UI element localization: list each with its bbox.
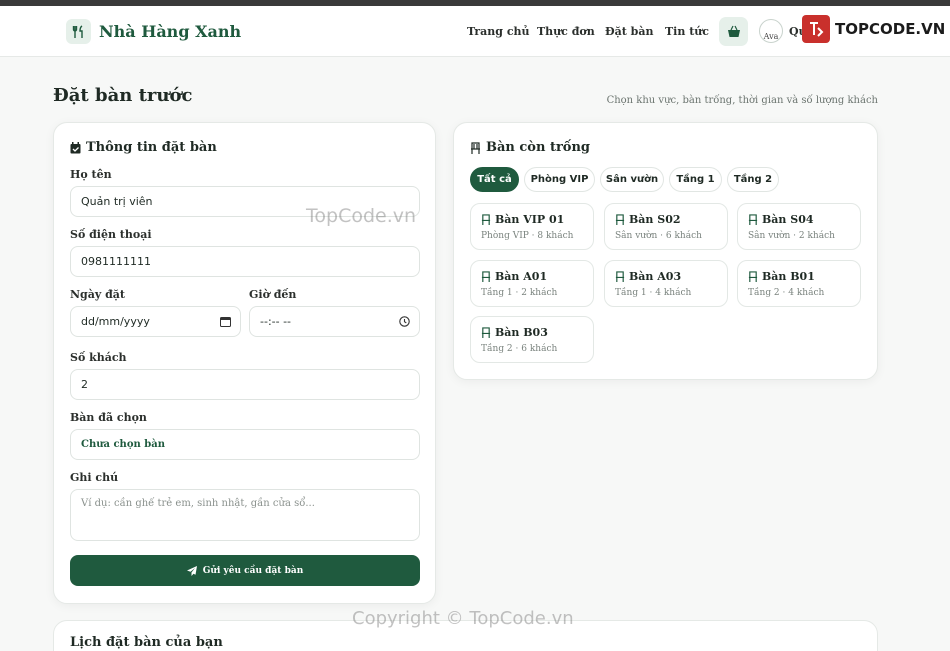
submit-booking-label: Gửi yêu cầu đặt bàn [202,565,304,576]
table-card-b01[interactable]: Bàn B01 Tầng 2 · 4 khách [737,260,861,307]
utensils-icon [66,19,91,44]
table-card-a01[interactable]: Bàn A01 Tầng 1 · 2 khách [470,260,594,307]
nav-news[interactable]: Tin tức [665,25,709,38]
table-name-text: Bàn VIP 01 [495,213,565,226]
time-label: Giờ đến [249,288,297,301]
available-tables-title-text: Bàn còn trống [486,140,591,155]
guests-field[interactable]: 2 [70,369,420,400]
table-card-s02[interactable]: Bàn S02 Sân vườn · 6 khách [604,203,728,250]
table-meta: Tầng 2 · 6 khách [481,344,558,354]
filter-floor-1-label: Tầng 1 [676,174,715,185]
table-meta: Sân vườn · 2 khách [748,231,835,241]
table-name-text: Bàn A03 [629,270,682,283]
phone-label: Số điện thoại [70,228,152,241]
table-meta: Phòng VIP · 8 khách [481,231,574,241]
filter-all[interactable]: Tất cả [470,167,519,192]
available-tables-card: Bàn còn trống Tất cả Phòng VIP Sân vườn … [453,122,878,380]
page-title: Đặt bàn trước [53,85,193,106]
submit-booking-button[interactable]: Gửi yêu cầu đặt bàn [70,555,420,586]
table-name: Bàn A03 [615,270,681,283]
booking-form-title: Thông tin đặt bàn [70,140,217,155]
note-label: Ghi chú [70,471,119,484]
guests-value: 2 [81,378,88,391]
table-card-s04[interactable]: Bàn S04 Sân vườn · 2 khách [737,203,861,250]
table-meta: Tầng 1 · 2 khách [481,288,558,298]
table-name: Bàn B03 [481,326,548,339]
calendar-check-icon [70,141,81,154]
chair-icon [481,214,491,225]
selected-table-value: Chưa chọn bàn [81,439,165,450]
guests-label: Số khách [70,351,127,364]
table-card-b03[interactable]: Bàn B03 Tầng 2 · 6 khách [470,316,594,363]
table-meta: Tầng 2 · 4 khách [748,288,825,298]
nav-menu[interactable]: Thực đơn [537,25,595,38]
cart-button[interactable] [719,17,748,46]
phone-field[interactable]: 0981111111 [70,246,420,277]
name-value: Quản trị viên [81,195,153,208]
phone-value: 0981111111 [81,255,151,268]
filter-floor-1[interactable]: Tầng 1 [669,167,722,192]
avatar-alt-text: Ava [763,32,779,41]
table-name-text: Bàn B03 [495,326,548,339]
name-label: Họ tên [70,168,112,181]
table-name: Bàn VIP 01 [481,213,564,226]
table-name-text: Bàn A01 [495,270,548,283]
clock-icon[interactable] [399,316,410,327]
date-placeholder: dd/mm/yyyy [81,315,150,328]
table-name: Bàn A01 [481,270,547,283]
calendar-icon[interactable] [220,316,231,327]
filter-floor-2-label: Tầng 2 [733,174,773,185]
topcode-logo-text: TOPCODE.VN [833,20,948,38]
booking-form-card: Thông tin đặt bàn Họ tên Quản trị viên S… [53,122,436,604]
table-name: Bàn S04 [748,213,814,226]
paper-plane-icon [186,565,197,576]
chair-icon [470,141,481,154]
site-header: Nhà Hàng Xanh Trang chủ Thực đơn Đặt bàn… [0,6,950,57]
topcode-logo: TOPCODE.VN [802,15,948,43]
topcode-logo-mark-icon [802,15,830,43]
table-card-vip01[interactable]: Bàn VIP 01 Phòng VIP · 8 khách [470,203,594,250]
note-placeholder: Ví dụ: cần ghế trẻ em, sinh nhật, gần cử… [81,498,315,509]
table-name-text: Bàn S04 [762,213,814,226]
avatar[interactable]: Ava [759,19,783,43]
chair-icon [748,214,758,225]
filter-vip[interactable]: Phòng VIP [524,167,595,192]
nav-booking[interactable]: Đặt bàn [605,25,653,38]
chair-icon [615,271,625,282]
filter-vip-label: Phòng VIP [530,174,589,185]
table-name-text: Bàn B01 [762,270,815,283]
date-field[interactable]: dd/mm/yyyy [70,306,241,337]
date-label: Ngày đặt [70,288,125,301]
brand-name: Nhà Hàng Xanh [99,22,242,41]
chair-icon [748,271,758,282]
selected-table-label: Bàn đã chọn [70,411,147,424]
nav-home[interactable]: Trang chủ [467,25,530,38]
filter-garden-label: Sân vườn [605,174,659,185]
basket-icon [727,25,741,38]
time-placeholder: --:-- -- [260,315,292,328]
chair-icon [481,327,491,338]
filter-garden[interactable]: Sân vườn [600,167,664,192]
filter-all-label: Tất cả [477,174,512,185]
booking-history-title: Lịch đặt bàn của bạn [70,635,223,650]
table-name-text: Bàn S02 [629,213,681,226]
table-name: Bàn S02 [615,213,681,226]
chair-icon [615,214,625,225]
chair-icon [481,271,491,282]
booking-history-card: Lịch đặt bàn của bạn [53,620,878,651]
brand[interactable]: Nhà Hàng Xanh [66,19,241,44]
available-tables-title: Bàn còn trống [470,140,590,155]
note-textarea[interactable]: Ví dụ: cần ghế trẻ em, sinh nhật, gần cử… [70,489,420,541]
table-meta: Sân vườn · 6 khách [615,231,702,241]
name-field[interactable]: Quản trị viên [70,186,420,217]
booking-form-title-text: Thông tin đặt bàn [86,140,217,155]
selected-table-field: Chưa chọn bàn [70,429,420,460]
filter-floor-2[interactable]: Tầng 2 [727,167,779,192]
page-subtitle: Chọn khu vực, bàn trống, thời gian và số… [606,95,878,106]
table-name: Bàn B01 [748,270,815,283]
table-meta: Tầng 1 · 4 khách [615,288,692,298]
table-card-a03[interactable]: Bàn A03 Tầng 1 · 4 khách [604,260,728,307]
time-field[interactable]: --:-- -- [249,306,420,337]
